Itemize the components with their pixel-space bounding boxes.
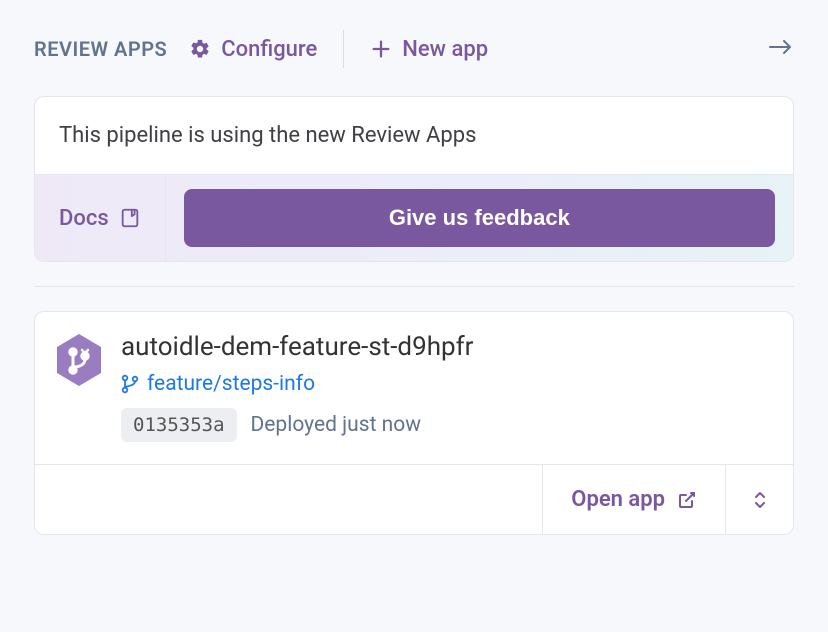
arrow-right-icon — [768, 39, 794, 55]
docs-button[interactable]: Docs — [35, 175, 166, 261]
app-card: autoidle-dem-feature-st-d9hpfr feature/s… — [34, 311, 794, 535]
toolbar: REVIEW APPS Configure New app — [34, 30, 794, 68]
docs-label: Docs — [59, 206, 109, 231]
commit-badge[interactable]: 0135353a — [121, 408, 237, 442]
chevron-up-down-icon — [752, 489, 768, 511]
app-card-footer: Open app — [35, 464, 793, 534]
branch-link[interactable]: feature/steps-info — [121, 372, 773, 396]
app-menu-button[interactable] — [725, 465, 793, 534]
notice-message: This pipeline is using the new Review Ap… — [35, 97, 793, 174]
open-app-label: Open app — [571, 487, 665, 512]
notice-actions: Docs Give us feedback — [35, 174, 793, 261]
section-title: REVIEW APPS — [34, 37, 167, 61]
app-name: autoidle-dem-feature-st-d9hpfr — [121, 332, 773, 362]
feedback-button[interactable]: Give us feedback — [184, 189, 775, 247]
section-divider — [34, 286, 794, 287]
external-link-icon — [677, 490, 697, 510]
toolbar-divider — [343, 30, 344, 68]
deploy-status: Deployed just now — [251, 413, 422, 437]
new-app-label: New app — [402, 37, 488, 62]
footer-spacer — [35, 465, 542, 534]
branch-name: feature/steps-info — [147, 372, 315, 396]
new-app-button[interactable]: New app — [370, 37, 488, 62]
configure-button[interactable]: Configure — [189, 37, 317, 62]
app-hexagon-icon — [55, 334, 103, 386]
feedback-wrap: Give us feedback — [166, 175, 793, 261]
notice-card: This pipeline is using the new Review Ap… — [34, 96, 794, 262]
scroll-right-button[interactable] — [768, 39, 794, 59]
commit-row: 0135353a Deployed just now — [121, 408, 773, 442]
configure-label: Configure — [221, 37, 317, 62]
app-info: autoidle-dem-feature-st-d9hpfr feature/s… — [121, 332, 773, 442]
git-branch-icon — [121, 374, 139, 394]
plus-icon — [370, 38, 392, 60]
gear-icon — [189, 38, 211, 60]
docs-icon — [119, 207, 141, 229]
open-app-button[interactable]: Open app — [542, 465, 725, 534]
app-card-body: autoidle-dem-feature-st-d9hpfr feature/s… — [35, 312, 793, 464]
